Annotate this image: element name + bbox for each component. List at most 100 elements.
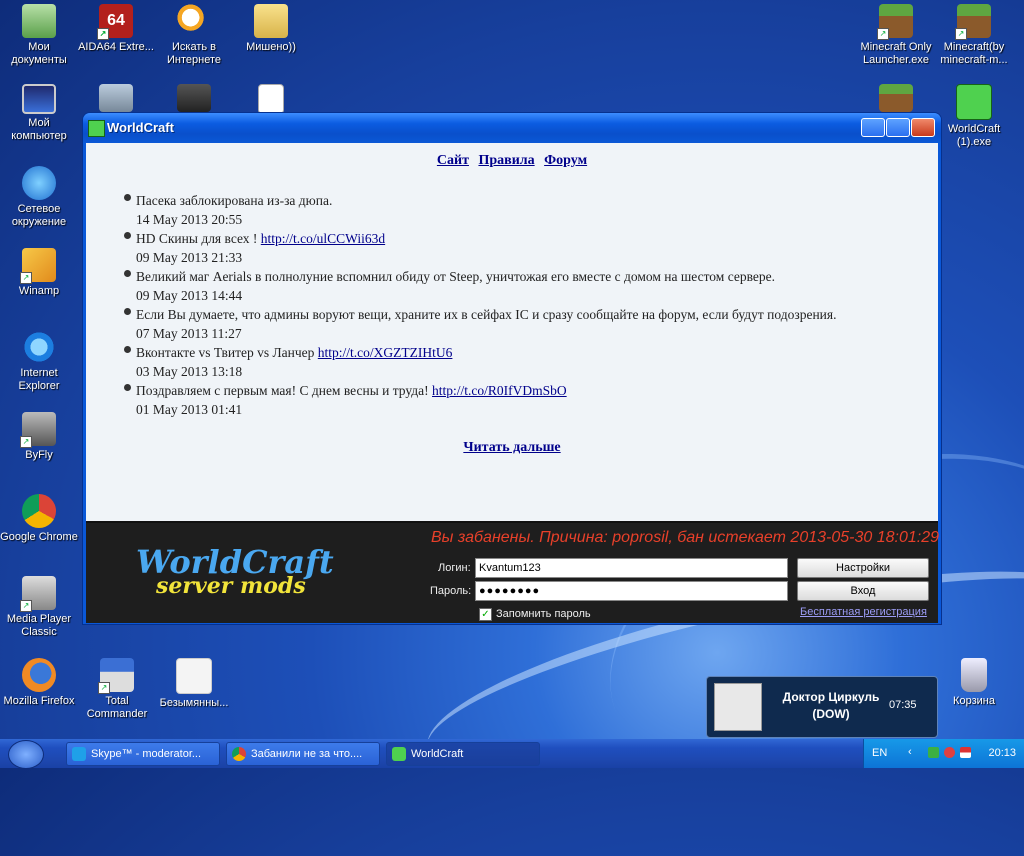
list-item: Пасека заблокирована из-за дюпа. 14 May …: [124, 191, 904, 229]
news-date: 07 May 2013 11:27: [136, 326, 242, 341]
desktop-icon-recycle-bin[interactable]: Корзина: [935, 658, 1013, 708]
taskbar-item-skype[interactable]: Skype™ - moderator...: [66, 742, 220, 766]
news-text: Если Вы думаете, что админы воруют вещи,…: [136, 307, 837, 322]
maximize-button[interactable]: [886, 118, 910, 137]
tray-flag-icon[interactable]: [960, 747, 971, 758]
news-date: 09 May 2013 14:44: [136, 288, 243, 303]
media-player-icon: ↗: [20, 576, 56, 612]
news-link[interactable]: http://t.co/R0IfVDmSbO: [432, 383, 567, 398]
skype-icon: [72, 747, 86, 761]
news-text: Пасека заблокирована из-за дюпа.: [136, 193, 333, 208]
byfly-icon: ↗: [20, 412, 56, 448]
clock: 20:13: [988, 747, 1016, 759]
aida64-icon: 64 ↗: [97, 4, 133, 40]
list-item: Поздравляем с первым мая! С днем весны и…: [124, 381, 904, 419]
winamp-icon: ↗: [20, 248, 56, 284]
desktop-icon-minecraft-only-launcher[interactable]: ↗ Minecraft Only Launcher.exe: [857, 4, 935, 67]
news-text: Вконтакте vs Твитер vs Ланчер: [136, 345, 318, 360]
list-item: Великий маг Aerials в полнолуние вспомни…: [124, 267, 904, 305]
disc-icon: [99, 84, 133, 112]
desktop-icon-my-documents[interactable]: Мои документы: [0, 4, 78, 67]
desktop-icon-unnamed-image[interactable]: Безымянны...: [155, 658, 233, 710]
news-list: Пасека заблокирована из-за дюпа. 14 May …: [124, 191, 904, 419]
settings-button[interactable]: Настройки: [797, 558, 929, 578]
news-date: 01 May 2013 01:41: [136, 402, 243, 417]
folder-icon: [22, 4, 56, 38]
desktop-icon-minecraft-by[interactable]: ↗ Minecraft(by minecraft-m...: [935, 4, 1013, 67]
list-item: Вконтакте vs Твитер vs Ланчер http://t.c…: [124, 343, 904, 381]
contact-name: Доктор Циркуль (DOW): [782, 690, 880, 721]
desktop-icon-search-internet[interactable]: Искать в Интернете: [155, 4, 233, 67]
desktop-icon-aida64[interactable]: 64 ↗ AIDA64 Extre...: [77, 4, 155, 54]
link-forum[interactable]: Форум: [544, 153, 587, 168]
chrome-icon: [232, 747, 246, 761]
desktop-icon-media-player-classic[interactable]: ↗ Media Player Classic: [0, 576, 78, 639]
tray-opera-icon[interactable]: [944, 747, 955, 758]
system-tray: EN ‹ 20:13: [863, 739, 1024, 768]
news-text: Поздравляем с первым мая! С днем весны и…: [136, 383, 433, 398]
desktop-icon-partial[interactable]: [155, 84, 233, 115]
nav-links: Сайт Правила Форум: [86, 153, 938, 169]
floppy-disk-icon: ↗: [98, 658, 134, 694]
desktop-icon-partial[interactable]: [77, 84, 155, 115]
chevron-left-icon[interactable]: ‹: [908, 747, 919, 758]
login-input[interactable]: Kvantum123: [475, 558, 788, 578]
news-date: 09 May 2013 21:33: [136, 250, 243, 265]
read-more-link[interactable]: Читать дальше: [86, 440, 938, 456]
news-text: Великий маг Aerials в полнолуние вспомни…: [136, 269, 776, 284]
start-button[interactable]: [8, 740, 44, 769]
bullet-icon: [124, 194, 131, 201]
contact-notification[interactable]: Доктор Циркуль (DOW) 07:35: [706, 676, 938, 738]
desktop-icon-folder-misheno[interactable]: Мишено)): [232, 4, 310, 54]
desktop-icon-internet-explorer[interactable]: Internet Explorer: [0, 330, 78, 393]
desktop-icon-total-commander[interactable]: ↗ Total Commander: [78, 658, 156, 721]
desktop-icon-network[interactable]: Сетевое окружение: [0, 166, 78, 229]
taskbar: Skype™ - moderator... Забанили не за что…: [0, 739, 1024, 769]
computer-icon: [22, 84, 56, 114]
desktop-icon-google-chrome[interactable]: Google Chrome: [0, 494, 78, 544]
close-button[interactable]: [911, 118, 935, 137]
link-rules[interactable]: Правила: [478, 153, 534, 168]
enter-button[interactable]: Вход: [797, 581, 929, 601]
password-input[interactable]: ●●●●●●●●: [475, 581, 788, 601]
minecraft-block-icon: [879, 84, 913, 112]
login-label: Логин:: [438, 562, 471, 574]
list-item: Если Вы думаете, что админы воруют вещи,…: [124, 305, 904, 343]
news-text: HD Скины для всех !: [136, 231, 261, 246]
link-site[interactable]: Сайт: [437, 153, 469, 168]
worldcraft-app-icon: [88, 120, 105, 137]
bullet-icon: [124, 346, 131, 353]
desktop-icon-worldcraft-exe[interactable]: WorldCraft (1).exe: [935, 84, 1013, 149]
bullet-icon: [124, 308, 131, 315]
desktop-icon-byfly[interactable]: ↗ ByFly: [0, 412, 78, 462]
desktop-icon-winamp[interactable]: ↗ Winamp: [0, 248, 78, 298]
remember-password-checkbox[interactable]: ✓: [479, 608, 492, 621]
news-link[interactable]: http://t.co/ulCCWii63d: [261, 231, 385, 246]
worldcraft-window: WorldCraft Сайт Правила Форум Пасека заб…: [83, 113, 941, 624]
notification-time: 07:35: [889, 699, 917, 711]
minimize-button[interactable]: [861, 118, 885, 137]
minecraft-block-icon: ↗: [877, 4, 913, 40]
minecraft-block-icon: ↗: [955, 4, 991, 40]
worldcraft-icon: [392, 747, 406, 761]
title-bar[interactable]: WorldCraft: [83, 113, 941, 143]
remember-password-label: Запомнить пароль: [496, 608, 591, 620]
firefox-icon: [22, 658, 56, 692]
recycle-bin-icon: [961, 658, 987, 692]
search-icon: [177, 4, 211, 38]
free-registration-link[interactable]: Бесплатная регистрация: [800, 606, 927, 618]
taskbar-item-chrome[interactable]: Забанили не за что....: [226, 742, 380, 766]
tray-shield-icon[interactable]: [928, 747, 939, 758]
login-panel: WorldCraft server mods Вы забанены. Прич…: [86, 521, 939, 623]
desktop-icon-my-computer[interactable]: Мой компьютер: [0, 84, 78, 143]
chrome-icon: [22, 494, 56, 528]
news-link[interactable]: http://t.co/XGZTZIHtU6: [318, 345, 453, 360]
desktop-icon-mozilla-firefox[interactable]: Mozilla Firefox: [0, 658, 78, 708]
taskbar-item-worldcraft[interactable]: WorldCraft: [386, 742, 540, 766]
desktop-icon-partial[interactable]: [857, 84, 935, 115]
file-icon: [258, 84, 284, 114]
news-date: 14 May 2013 20:55: [136, 212, 243, 227]
worldcraft-icon: [956, 84, 992, 120]
network-globe-icon: [22, 166, 56, 200]
language-indicator[interactable]: EN: [872, 747, 887, 759]
